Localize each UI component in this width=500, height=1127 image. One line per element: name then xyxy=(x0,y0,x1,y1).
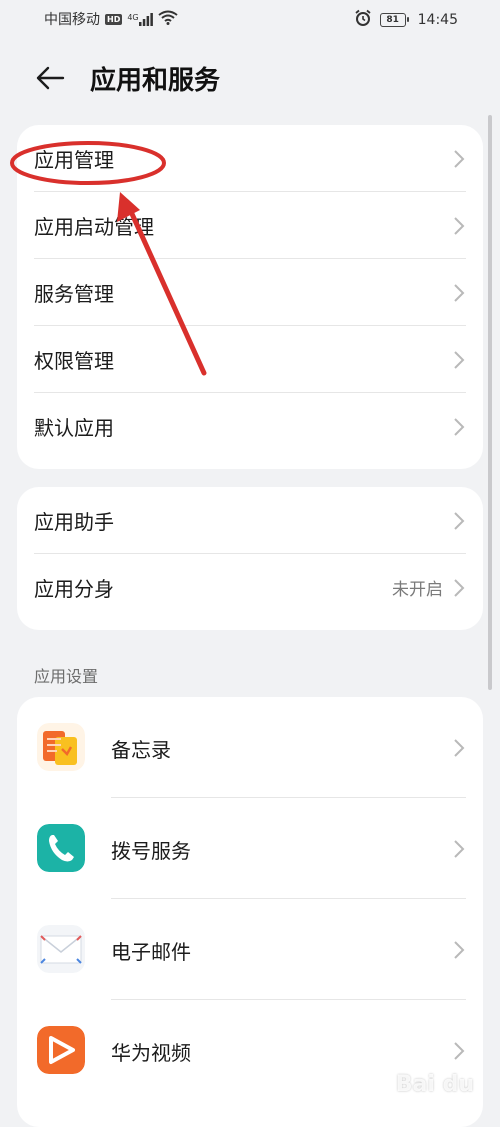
chevron-right-icon xyxy=(454,511,465,530)
wifi-icon xyxy=(158,10,178,29)
chevron-right-icon xyxy=(454,417,465,436)
app-header: 应用和服务 xyxy=(0,50,500,106)
app-twin-status: 未开启 xyxy=(392,580,443,600)
menu-item-label: 应用启动管理 xyxy=(34,215,154,239)
menu-item-permission-management[interactable]: 权限管理 xyxy=(17,326,483,393)
menu-item-label: 权限管理 xyxy=(34,349,114,373)
chevron-right-icon xyxy=(454,940,465,959)
chevron-right-icon xyxy=(454,350,465,369)
mail-icon xyxy=(37,925,85,973)
chevron-right-icon xyxy=(454,738,465,757)
battery-icon: 81 xyxy=(379,13,409,27)
notepad-icon xyxy=(37,723,85,771)
status-left: 中国移动 HD 4G xyxy=(44,9,178,29)
clock: 14:45 xyxy=(417,12,458,28)
app-management-group: 应用管理 应用启动管理 服务管理 权限管理 默认应用 xyxy=(17,125,483,469)
status-right: 81 14:45 xyxy=(354,9,458,31)
back-button[interactable] xyxy=(30,60,70,96)
menu-item-app-assistant[interactable]: 应用助手 xyxy=(17,487,483,554)
scrollbar[interactable] xyxy=(488,115,492,690)
menu-item-app-twin[interactable]: 应用分身 未开启 xyxy=(17,554,483,621)
hd-badge: HD xyxy=(105,13,123,25)
menu-item-label: 应用分身 xyxy=(34,577,114,601)
menu-item-app-launch[interactable]: 应用启动管理 xyxy=(17,192,483,259)
menu-item-default-apps[interactable]: 默认应用 xyxy=(17,393,483,460)
video-icon xyxy=(37,1026,85,1074)
status-bar: 中国移动 HD 4G 81 14:45 xyxy=(0,0,500,36)
app-item-memo[interactable]: 备忘录 xyxy=(17,697,483,798)
app-item-label: 华为视频 xyxy=(111,1041,191,1065)
chevron-right-icon xyxy=(454,1041,465,1060)
alarm-icon xyxy=(354,9,372,31)
watermark-site: jingyan.baidu.com xyxy=(386,1099,470,1109)
menu-item-label: 应用助手 xyxy=(34,510,114,534)
app-assistant-group: 应用助手 应用分身 未开启 xyxy=(17,487,483,630)
menu-item-label: 服务管理 xyxy=(34,282,114,306)
menu-item-service-management[interactable]: 服务管理 xyxy=(17,259,483,326)
baidu-watermark: Bai du xyxy=(395,1072,474,1097)
app-item-label: 电子邮件 xyxy=(111,940,191,964)
chevron-right-icon xyxy=(454,578,465,597)
section-title-app-settings: 应用设置 xyxy=(34,667,99,686)
app-item-email[interactable]: 电子邮件 xyxy=(17,899,483,1000)
back-arrow-icon xyxy=(36,66,65,90)
page-title: 应用和服务 xyxy=(90,66,221,96)
menu-item-label: 默认应用 xyxy=(34,416,114,440)
menu-item-app-management[interactable]: 应用管理 xyxy=(17,125,483,192)
chevron-right-icon xyxy=(454,283,465,302)
app-item-label: 备忘录 xyxy=(111,738,171,762)
app-item-label: 拨号服务 xyxy=(111,839,191,863)
chevron-right-icon xyxy=(454,216,465,235)
network-type: 4G xyxy=(127,12,139,22)
phone-icon xyxy=(37,824,85,872)
carrier-name: 中国移动 xyxy=(44,12,100,28)
app-item-dialer[interactable]: 拨号服务 xyxy=(17,798,483,899)
chevron-right-icon xyxy=(454,149,465,168)
app-settings-list: 备忘录 拨号服务 电子邮件 华为视频 xyxy=(17,697,483,1127)
chevron-right-icon xyxy=(454,839,465,858)
signal-icon: 4G xyxy=(127,12,153,26)
menu-item-label: 应用管理 xyxy=(34,148,114,172)
